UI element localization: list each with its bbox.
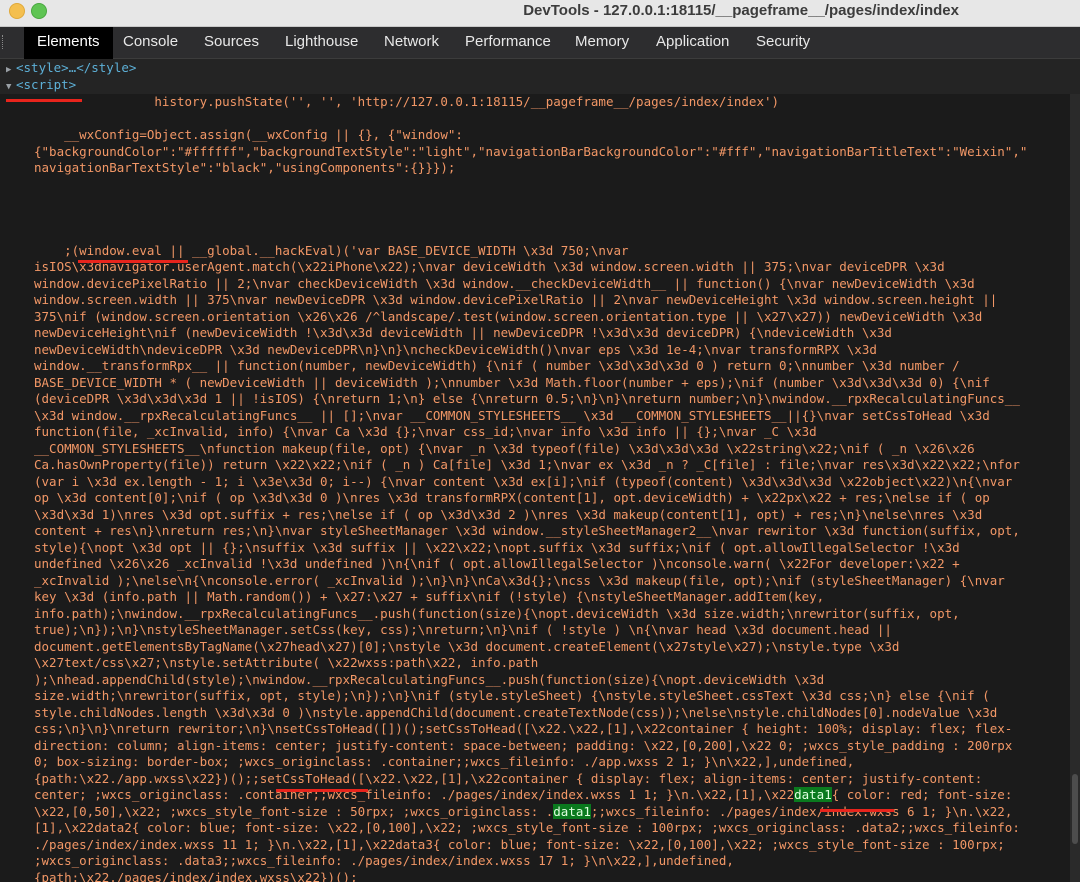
code-line: newDeviceWidth\ndeviceDPR \x3d newDevice… bbox=[34, 341, 877, 357]
script-source-code[interactable]: history.pushState('', '', 'http://127.0.… bbox=[0, 94, 1070, 882]
dom-node-script[interactable]: ▼ <script> bbox=[0, 76, 76, 93]
search-match-highlight: data1 bbox=[553, 803, 591, 819]
tab-sources[interactable]: Sources bbox=[191, 27, 272, 58]
code-line: size.width;\nrewritor(suffix, opt, style… bbox=[34, 688, 990, 703]
code-line: css;\n}\n}\nreturn rewritor;\n}\nsetCssT… bbox=[34, 721, 1013, 736]
code-line: \x3d window.__rpxRecalculatingFuncs__ ||… bbox=[34, 407, 990, 423]
code-line: op \x3d content[0];\nif ( op \x3d\x3d 0 … bbox=[34, 490, 990, 505]
code-line: Ca.hasOwnProperty(file)) return \x22\x22… bbox=[34, 457, 1020, 472]
code-line: window.__transformRpx__ || function(numb… bbox=[34, 358, 960, 373]
code-line: window.screen.width || 375\nvar newDevic… bbox=[34, 292, 998, 307]
scrollbar-thumb[interactable] bbox=[1072, 774, 1078, 844]
dom-node-label: <style>…</style> bbox=[16, 60, 137, 75]
code-line: true);\n});\n}\nstyleSheetManager.setCss… bbox=[34, 622, 892, 637]
tab-performance[interactable]: Performance bbox=[452, 27, 564, 58]
drag-handle-icon[interactable] bbox=[2, 35, 5, 49]
code-line: content + res\n}\nreturn res;\n}\nvar st… bbox=[34, 523, 1020, 538]
search-match-highlight: data1 bbox=[794, 787, 832, 802]
dom-node-label: <script> bbox=[16, 77, 77, 92]
code-line: ;wxcs_originclass: .data3;;wxcs_fileinfo… bbox=[34, 853, 734, 868]
code-line: BASE_DEVICE_WIDTH * ( newDeviceWidth || … bbox=[34, 374, 990, 390]
code-blank-line bbox=[0, 111, 1070, 128]
code-line: newDeviceHeight\nif (newDeviceWidth !\x3… bbox=[34, 325, 892, 340]
code-line: history.pushState('', '', 'http://127.0.… bbox=[34, 94, 780, 109]
window-titlebar: DevTools - 127.0.0.1:18115/__pageframe__… bbox=[0, 0, 1080, 27]
tab-memory[interactable]: Memory bbox=[562, 27, 642, 58]
code-line: \x22,[0,50],\x22; ;wxcs_style_font-size … bbox=[34, 803, 1013, 819]
code-line: __wxConfig=Object.assign(__wxConfig || {… bbox=[34, 127, 463, 142]
eval-underline bbox=[78, 260, 188, 263]
code-line: navigationBarTextStyle":"black","usingCo… bbox=[34, 160, 456, 175]
code-blank-line bbox=[0, 193, 1070, 210]
setcsstohead-underline bbox=[276, 789, 368, 792]
code-line: (var i \x3d ex.length - 1; i \x3e\x3d 0;… bbox=[34, 473, 1013, 489]
tab-network[interactable]: Network bbox=[371, 27, 452, 58]
tab-console[interactable]: Console bbox=[110, 27, 191, 58]
code-line: undefined \x26\x26 _xcInvalid !\x3d unde… bbox=[34, 556, 960, 571]
code-line: {path:\x22./app.wxss\x22})();;setCssToHe… bbox=[34, 770, 983, 786]
code-line: key \x3d (info.path || Math.random()) + … bbox=[34, 589, 825, 604]
code-blank-line bbox=[0, 177, 1070, 194]
code-line: );\nhead.appendChild(style);\nwindow.__r… bbox=[34, 671, 825, 687]
window-title: DevTools - 127.0.0.1:18115/__pageframe__… bbox=[523, 2, 959, 19]
code-line: document.getElementsByTagName(\x27head\x… bbox=[34, 638, 900, 654]
code-line: 0; box-sizing: border-box; ;wxcs_originc… bbox=[34, 754, 855, 769]
devtools-tab-bar: Elements Console Sources Lighthouse Netw… bbox=[0, 27, 1080, 60]
code-line: (deviceDPR \x3d\x3d\x3d 1 || !isIOS) {\n… bbox=[34, 391, 1020, 406]
dom-node-style[interactable]: ▶ <style>…</style> bbox=[0, 59, 136, 76]
code-blank-line bbox=[0, 210, 1070, 227]
code-line: style){\nopt \x3d opt || {};\nsuffix \x3… bbox=[34, 539, 960, 555]
code-line: 375\nif (window.screen.orientation \x26\… bbox=[34, 308, 983, 324]
vertical-scrollbar[interactable] bbox=[1070, 94, 1080, 882]
data1-underline bbox=[820, 809, 894, 812]
code-line: {"backgroundColor":"#ffffff","background… bbox=[34, 143, 1028, 159]
code-line: ;(window.eval || __global.__hackEval)('v… bbox=[34, 242, 629, 258]
code-line: info.path);\nwindow.__rpxRecalculatingFu… bbox=[34, 605, 960, 621]
code-line: __COMMON_STYLESHEETS__\nfunction makeup(… bbox=[34, 440, 975, 456]
tab-elements[interactable]: Elements bbox=[24, 27, 113, 60]
code-line: \x27text/css\x27;\nstyle.setAttribute( \… bbox=[34, 655, 539, 670]
code-line: _xcInvalid );\nelse\n{\nconsole.error( _… bbox=[34, 572, 1005, 588]
elements-panel: ▶ <style>…</style> ▼ <script> history.push… bbox=[0, 59, 1080, 882]
tab-security[interactable]: Security bbox=[743, 27, 823, 58]
code-line: window.devicePixelRatio || 2;\nvar check… bbox=[34, 275, 975, 291]
code-line: [1],\x22data2{ color: blue; font-size: \… bbox=[34, 820, 1020, 835]
code-line: {path:\x22./pages/index/index.wxss\x22})… bbox=[34, 869, 358, 882]
code-line: style.childNodes.length \x3d\x3d 0 )\nst… bbox=[34, 704, 998, 720]
code-line: function(file, _xcInvalid, info) {\nvar … bbox=[34, 424, 817, 439]
tab-application[interactable]: Application bbox=[643, 27, 742, 58]
code-line: direction: column; align-items: center; … bbox=[34, 737, 1013, 753]
eval-code-block: ;(window.eval || __global.__hackEval)('v… bbox=[0, 243, 1070, 882]
wxconfig-code-block: __wxConfig=Object.assign(__wxConfig || {… bbox=[0, 127, 1070, 177]
code-line: \x3d\x3d 1)\nres \x3d opt.suffix + res;\… bbox=[34, 506, 983, 522]
script-tag-underline bbox=[6, 99, 82, 102]
tab-lighthouse[interactable]: Lighthouse bbox=[272, 27, 371, 58]
code-line: ./pages/index/index.wxss 11 1; }\n.\x22,… bbox=[34, 836, 1005, 852]
code-blank-line bbox=[0, 226, 1070, 243]
code-line: center; ;wxcs_originclass: .container;;w… bbox=[34, 787, 1013, 802]
